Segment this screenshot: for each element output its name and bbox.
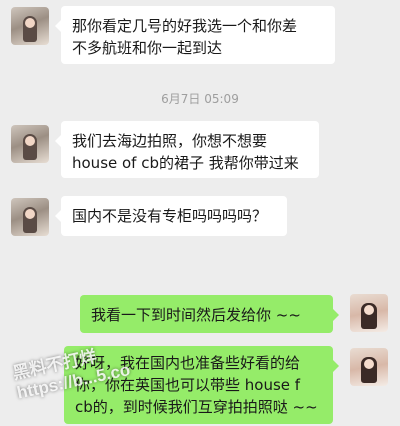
avatar-face xyxy=(364,305,374,315)
avatar-face xyxy=(25,18,35,28)
message-bubble-outgoing[interactable]: 我看一下到时间然后发给你 ~~ xyxy=(80,295,339,333)
message-line: 好呀，我在国内也准备些好看的给 xyxy=(75,354,301,372)
self-avatar[interactable] xyxy=(350,294,388,332)
message-line: house of cb的裙子 我帮你带过来 xyxy=(72,154,299,172)
avatar-face xyxy=(25,136,35,146)
message-bubble-incoming[interactable]: 国内不是没有专柜吗吗吗吗？ xyxy=(55,196,287,236)
message-bubble-outgoing[interactable]: 好呀，我在国内也准备些好看的给 你，你在英国也可以带些 house f cb的，… xyxy=(64,346,339,424)
message-line: 那你看定几号的好我选一个和你差 xyxy=(72,17,298,35)
message-line: 你，你在英国也可以带些 house f xyxy=(75,376,301,394)
self-avatar[interactable] xyxy=(350,348,388,386)
message-line: cb的，到时候我们互穿拍拍照哒 ~~ xyxy=(75,398,318,416)
message-line: 国内不是没有专柜吗吗吗吗？ xyxy=(72,207,268,225)
message-line: 我们去海边拍照，你想不想要 xyxy=(72,132,268,150)
contact-avatar[interactable] xyxy=(11,7,49,45)
message-bubble-incoming[interactable]: 那你看定几号的好我选一个和你差 不多航班和你一起到达 xyxy=(55,6,335,64)
contact-avatar[interactable] xyxy=(11,198,49,236)
chat-timestamp: 6月7日 05:09 xyxy=(161,92,239,106)
message-bubble-incoming[interactable]: 我们去海边拍照，你想不想要 house of cb的裙子 我帮你带过来 xyxy=(55,121,319,178)
avatar-face xyxy=(25,209,35,219)
message-line: 我看一下到时间然后发给你 ~~ xyxy=(91,306,301,324)
contact-avatar[interactable] xyxy=(11,125,49,163)
avatar-face xyxy=(364,359,374,369)
message-line: 不多航班和你一起到达 xyxy=(72,39,223,57)
